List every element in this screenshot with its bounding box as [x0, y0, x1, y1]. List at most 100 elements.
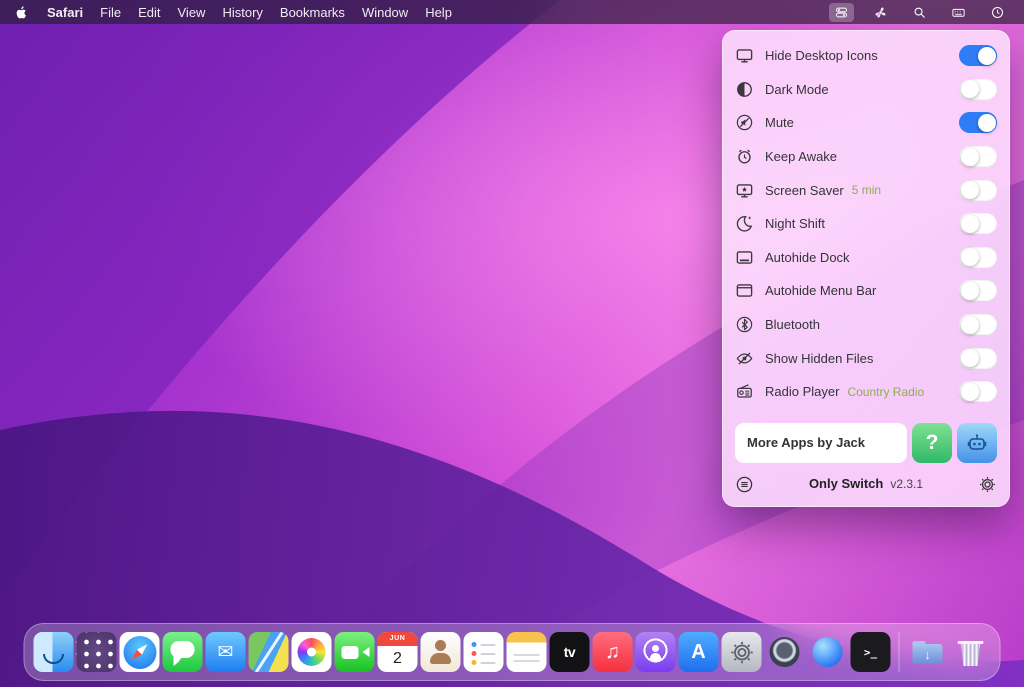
switch-night-shift[interactable]	[959, 213, 997, 234]
dock-podcasts[interactable]	[636, 632, 676, 672]
menu-bar: Safari File Edit View History Bookmarks Window…	[0, 0, 1024, 24]
dock-reminders[interactable]	[464, 632, 504, 672]
switches-icon[interactable]	[829, 3, 854, 22]
toggle-row-screen-saver: Screen Saver 5 min	[735, 173, 997, 207]
panel-footer: Only Switch v2.3.1	[735, 475, 997, 494]
switch-hide-desktop-icons[interactable]	[959, 45, 997, 66]
dock-calendar[interactable]: JUN2	[378, 632, 418, 672]
menu-help[interactable]: Help	[425, 5, 452, 20]
tv-glyph: tv	[550, 632, 590, 672]
toggle-label: Screen Saver	[765, 183, 844, 198]
dock-mail[interactable]: ✉	[206, 632, 246, 672]
toggle-label: Bluetooth	[765, 317, 820, 332]
toggle-list: Hide Desktop Icons Dark Mode Mute Keep A…	[735, 39, 997, 409]
switch-bluetooth[interactable]	[959, 314, 997, 335]
settings-button[interactable]	[978, 475, 997, 494]
only-switch-panel: Hide Desktop Icons Dark Mode Mute Keep A…	[722, 30, 1010, 507]
dock-tv[interactable]: tv	[550, 632, 590, 672]
app-store-glyph: A	[679, 632, 719, 672]
menu-window[interactable]: Window	[362, 5, 408, 20]
dock-facetime[interactable]	[335, 632, 375, 672]
search-icon[interactable]	[907, 3, 932, 22]
more-apps-button[interactable]: More Apps by Jack	[735, 423, 907, 463]
dock-trash[interactable]	[951, 632, 991, 672]
mute-icon	[735, 113, 757, 132]
more-apps-label: More Apps by Jack	[747, 435, 865, 450]
dock-system-preferences[interactable]	[722, 632, 762, 672]
gear-icon	[728, 639, 755, 666]
dock-photos[interactable]	[292, 632, 332, 672]
menu-edit[interactable]: Edit	[138, 5, 160, 20]
switch-screen-saver[interactable]	[959, 180, 997, 201]
menu-safari[interactable]: Safari	[47, 5, 83, 20]
switch-show-hidden-files[interactable]	[959, 348, 997, 369]
dock-downloads[interactable]: ↓	[908, 632, 948, 672]
dock-messages[interactable]	[163, 632, 203, 672]
help-button[interactable]: ?	[912, 423, 952, 463]
mail-glyph: ✉	[206, 632, 246, 672]
toggle-label: Hide Desktop Icons	[765, 48, 878, 63]
toggle-row-show-hidden-files: Show Hidden Files	[735, 341, 997, 375]
toggle-row-mute: Mute	[735, 106, 997, 140]
toggle-row-hide-desktop-icons: Hide Desktop Icons	[735, 39, 997, 73]
toggle-label: Mute	[765, 115, 794, 130]
menu-bar-status	[829, 3, 1010, 22]
switch-dark-mode[interactable]	[959, 79, 997, 100]
menu-history[interactable]: History	[222, 5, 262, 20]
dock-contacts[interactable]	[421, 632, 461, 672]
toggle-row-night-shift: Night Shift	[735, 207, 997, 241]
dock-blue-utility[interactable]	[808, 632, 848, 672]
switch-autohide-dock[interactable]	[959, 247, 997, 268]
menu-view[interactable]: View	[178, 5, 206, 20]
toggle-label: Show Hidden Files	[765, 351, 873, 366]
menu-bookmarks[interactable]: Bookmarks	[280, 5, 345, 20]
dock-music[interactable]: ♫	[593, 632, 633, 672]
dock-icon	[735, 248, 757, 267]
dock-safari[interactable]	[120, 632, 160, 672]
clock-icon[interactable]	[985, 3, 1010, 22]
alarm-icon	[735, 147, 757, 166]
robot-app-button[interactable]	[957, 423, 997, 463]
dock: ✉ JUN2 tv♫ A >_ ↓	[24, 623, 1001, 681]
app-version: v2.3.1	[890, 477, 923, 491]
dock-app-store[interactable]: A	[679, 632, 719, 672]
screensaver-icon	[735, 181, 757, 200]
dock-finder[interactable]	[34, 632, 74, 672]
moon-icon	[735, 214, 757, 233]
terminal-glyph: >_	[851, 632, 891, 672]
dock-divider	[899, 632, 900, 672]
calendar-day: 2	[378, 646, 418, 672]
bluetooth-icon	[735, 315, 757, 334]
toggle-row-bluetooth: Bluetooth	[735, 308, 997, 342]
toggle-label: Dark Mode	[765, 82, 829, 97]
dock-maps[interactable]	[249, 632, 289, 672]
calendar-month: JUN	[378, 632, 418, 646]
music-glyph: ♫	[593, 632, 633, 672]
dock-notes[interactable]	[507, 632, 547, 672]
toggle-label: Night Shift	[765, 216, 825, 231]
more-apps-section: More Apps by Jack ?	[735, 423, 997, 463]
switch-radio-player[interactable]	[959, 381, 997, 402]
toggle-row-keep-awake: Keep Awake	[735, 140, 997, 174]
menu-list-button[interactable]	[735, 475, 754, 494]
apple-logo[interactable]	[14, 5, 29, 20]
dock-lens-utility[interactable]	[765, 632, 805, 672]
toggle-row-dark-mode: Dark Mode	[735, 73, 997, 107]
dock-terminal[interactable]: >_	[851, 632, 891, 672]
dark-mode-icon	[735, 80, 757, 99]
switch-mute[interactable]	[959, 112, 997, 133]
eye-slash-icon	[735, 349, 757, 368]
desktop: Safari File Edit View History Bookmarks Window…	[0, 0, 1024, 687]
toggle-value: 5 min	[852, 183, 881, 197]
switch-autohide-menu-bar[interactable]	[959, 280, 997, 301]
fan-icon[interactable]	[868, 3, 893, 22]
app-name: Only Switch	[809, 476, 883, 491]
dock-launchpad[interactable]	[77, 632, 117, 672]
robot-icon	[965, 431, 989, 455]
keyboard-icon[interactable]	[946, 3, 971, 22]
switch-keep-awake[interactable]	[959, 146, 997, 167]
menu-file[interactable]: File	[100, 5, 121, 20]
toggle-label: Radio Player	[765, 384, 839, 399]
toggle-label: Keep Awake	[765, 149, 837, 164]
radio-icon	[735, 382, 757, 401]
